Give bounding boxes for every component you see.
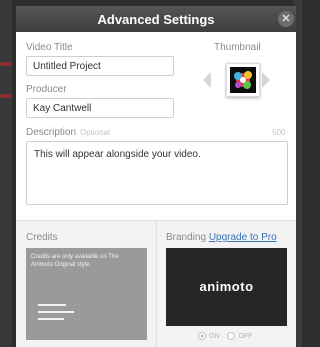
dialog-title: Advanced Settings bbox=[97, 12, 215, 27]
credits-line bbox=[38, 304, 66, 306]
chevron-left-icon[interactable] bbox=[203, 72, 211, 88]
producer-label: Producer bbox=[26, 84, 67, 95]
thumbnail-preview[interactable] bbox=[226, 63, 260, 97]
video-title-input[interactable]: Untitled Project bbox=[26, 56, 174, 76]
branding-off-radio[interactable] bbox=[227, 332, 236, 340]
animoto-logo: animoto bbox=[199, 279, 254, 294]
panel-divider bbox=[156, 220, 157, 347]
description-optional-hint: Optional bbox=[80, 128, 110, 137]
description-label-text: Description bbox=[26, 127, 77, 138]
video-title-label: Video Title bbox=[26, 42, 73, 53]
branding-label-row: Branding Upgrade to Pro bbox=[166, 232, 277, 243]
branding-label: Branding bbox=[166, 232, 207, 243]
description-textarea[interactable]: This will appear alongside your video. bbox=[26, 141, 288, 205]
credits-preview: Credits are only available on The Animot… bbox=[26, 248, 147, 340]
credits-line bbox=[38, 318, 64, 320]
branding-preview: animoto bbox=[166, 248, 287, 326]
branding-on-radio[interactable] bbox=[198, 332, 206, 340]
thumbnail-image bbox=[230, 67, 256, 93]
branding-toggle: ON OFF bbox=[198, 332, 258, 340]
credits-label: Credits bbox=[26, 232, 58, 243]
dialog-titlebar: Advanced Settings ✕ bbox=[16, 6, 296, 32]
chevron-right-icon[interactable] bbox=[262, 72, 270, 88]
upgrade-to-pro-link[interactable]: Upgrade to Pro bbox=[209, 232, 277, 243]
thumbnail-label: Thumbnail bbox=[214, 42, 261, 53]
branding-off-label: OFF bbox=[238, 332, 253, 340]
credits-note: Credits are only available on The Animot… bbox=[31, 254, 119, 268]
background-red-stripe bbox=[0, 62, 12, 66]
producer-input[interactable]: Kay Cantwell bbox=[26, 98, 174, 118]
credits-line bbox=[38, 311, 74, 313]
close-icon[interactable]: ✕ bbox=[278, 11, 294, 27]
advanced-settings-dialog: Advanced Settings ✕ Video Title Untitled… bbox=[16, 6, 296, 347]
description-label: Description Optional bbox=[26, 127, 110, 138]
branding-on-label: ON bbox=[209, 332, 220, 340]
background-app-edge bbox=[0, 0, 12, 347]
background-red-stripe bbox=[0, 94, 12, 98]
description-char-counter: 500 bbox=[272, 128, 286, 137]
